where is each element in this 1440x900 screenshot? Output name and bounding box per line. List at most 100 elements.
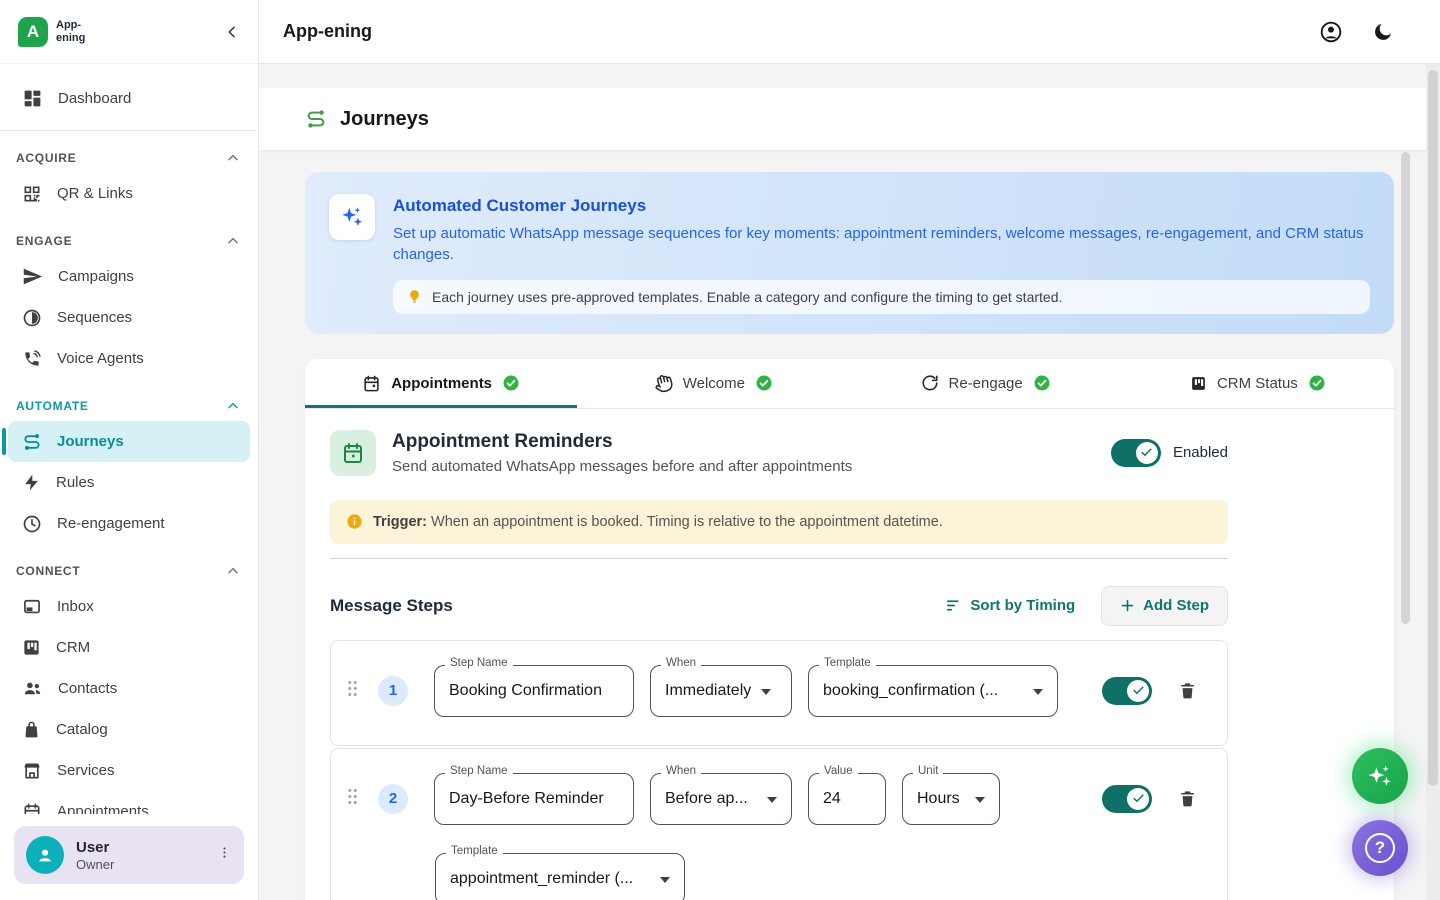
chevron-up-icon (226, 399, 240, 413)
add-step-button[interactable]: Add Step (1101, 586, 1228, 626)
sidebar-item-re-engagement[interactable]: Re-engagement (8, 503, 250, 544)
toggle-check-icon (1127, 788, 1149, 810)
banner-title: Automated Customer Journeys (393, 196, 1370, 216)
sidebar-item-qr-links[interactable]: QR & Links (8, 173, 250, 214)
banner-body: Automated Customer Journeys Set up autom… (393, 194, 1370, 314)
trash-icon[interactable] (1178, 680, 1197, 701)
drag-handle-icon[interactable] (347, 680, 358, 702)
sidebar-collapse-button[interactable] (224, 24, 240, 40)
sidebar-item-journeys[interactable]: Journeys (8, 421, 250, 462)
tab-crm-status[interactable]: CRM Status (1122, 359, 1394, 408)
sidebar-section-acquire[interactable]: ACQUIRE (0, 143, 258, 173)
content-column: Automated Customer Journeys Set up autom… (305, 172, 1394, 900)
sidebar-item-crm[interactable]: CRM (8, 627, 250, 668)
sidebar-item-appointments[interactable]: Appointments (8, 791, 250, 814)
journeys-card: Appointments Welcome (305, 359, 1394, 900)
sidebar-nav: Dashboard ACQUIRE QR & Links ENGAGE Camp… (0, 64, 258, 814)
inbox-icon (22, 597, 42, 617)
chevron-left-icon (224, 24, 240, 40)
step-card-1: 1 Step Name When Immediately (330, 640, 1228, 746)
steps-toolbar: Message Steps Sort by Timing Add Step (330, 586, 1228, 626)
step-enabled-toggle[interactable] (1102, 677, 1152, 705)
dark-mode-moon-icon[interactable] (1372, 21, 1394, 43)
sidebar-section-automate[interactable]: AUTOMATE (0, 391, 258, 421)
banner-description: Set up automatic WhatsApp message sequen… (393, 223, 1370, 266)
sidebar-section-connect[interactable]: CONNECT (0, 556, 258, 586)
step-number-badge: 2 (378, 784, 408, 814)
sidebar-item-campaigns[interactable]: Campaigns (8, 256, 250, 297)
sidebar-item-inbox[interactable]: Inbox (8, 586, 250, 627)
qr-code-icon (22, 184, 42, 204)
trash-icon[interactable] (1178, 788, 1197, 809)
tab-appointments[interactable]: Appointments (305, 359, 577, 408)
journey-enabled-toggle[interactable] (1111, 439, 1161, 467)
help-fab[interactable]: ? (1352, 820, 1408, 876)
step-row-secondary: Template appointment_reminder (... (331, 853, 1227, 900)
sidebar-item-dashboard[interactable]: Dashboard (8, 76, 250, 120)
step-enabled-toggle[interactable] (1102, 785, 1152, 813)
calendar-icon (330, 430, 376, 476)
user-info: User Owner (76, 839, 114, 872)
value-field[interactable]: Value (808, 773, 886, 825)
sidebar-item-voice-agents[interactable]: Voice Agents (8, 338, 250, 379)
sidebar-item-sequences[interactable]: Sequences (8, 297, 250, 338)
sparkles-icon (329, 194, 375, 240)
tab-re-engage[interactable]: Re-engage (850, 359, 1122, 408)
waving-hand-icon (654, 374, 673, 393)
sidebar-item-contacts[interactable]: Contacts (8, 668, 250, 709)
sequence-icon (22, 308, 42, 328)
when-select[interactable]: When Before ap... (650, 773, 792, 825)
dashboard-icon (22, 88, 43, 109)
people-icon (22, 678, 43, 699)
kebab-menu-icon[interactable] (217, 845, 232, 865)
main-content: Journeys Automated Customer Journeys Set… (259, 64, 1440, 900)
template-select[interactable]: Template booking_confirmation (... (808, 665, 1058, 717)
topbar-title: App-ening (283, 21, 372, 42)
toggle-check-icon (1136, 442, 1158, 464)
sidebar-header: A App- ening (0, 0, 258, 64)
tab-welcome[interactable]: Welcome (577, 359, 849, 408)
step-name-field[interactable]: Step Name (434, 665, 634, 717)
unit-select[interactable]: Unit Hours (902, 773, 1000, 825)
account-circle-icon[interactable] (1319, 20, 1343, 44)
question-mark-icon: ? (1365, 833, 1395, 863)
refresh-icon (921, 374, 939, 392)
divider (0, 130, 258, 131)
value-input[interactable] (823, 790, 871, 808)
user-card[interactable]: User Owner (14, 826, 244, 884)
topbar-actions (1319, 20, 1394, 44)
content-scrollbar-thumb[interactable] (1401, 152, 1410, 624)
journey-enable-control: Enabled (1111, 439, 1228, 467)
calendar-icon (362, 374, 381, 393)
divider (330, 558, 1228, 559)
app-logo-icon: A (18, 17, 48, 47)
lightning-icon (22, 473, 41, 492)
journey-tabs: Appointments Welcome (305, 359, 1394, 409)
toggle-check-icon (1127, 680, 1149, 702)
window-scrollbar-thumb[interactable] (1428, 70, 1438, 786)
appointments-panel: Appointment Reminders Send automated Wha… (305, 409, 1394, 900)
step-actions (1102, 677, 1211, 705)
steps-title: Message Steps (330, 596, 453, 616)
shopping-bag-icon (22, 720, 41, 739)
journey-header-text: Appointment Reminders Send automated Wha… (392, 431, 852, 475)
step-name-input[interactable] (449, 790, 619, 808)
clock-icon (22, 514, 42, 534)
window-scrollbar-track[interactable] (1426, 64, 1440, 900)
drag-handle-icon[interactable] (347, 788, 358, 810)
sidebar-section-engage[interactable]: ENGAGE (0, 226, 258, 256)
chevron-up-icon (226, 564, 240, 578)
template-select[interactable]: Template appointment_reminder (... (435, 853, 685, 900)
kanban-icon (1190, 375, 1207, 392)
step-name-field[interactable]: Step Name (434, 773, 634, 825)
sidebar-item-services[interactable]: Services (8, 750, 250, 791)
journey-subtitle: Send automated WhatsApp messages before … (392, 458, 852, 475)
step-name-input[interactable] (449, 682, 619, 700)
when-select[interactable]: When Immediately (650, 665, 792, 717)
chevron-down-icon (1033, 682, 1043, 700)
sort-by-timing-button[interactable]: Sort by Timing (945, 597, 1075, 614)
sidebar-item-rules[interactable]: Rules (8, 462, 250, 503)
sidebar-item-catalog[interactable]: Catalog (8, 709, 250, 750)
ai-assistant-fab[interactable] (1352, 748, 1408, 804)
lightbulb-icon (407, 289, 422, 304)
